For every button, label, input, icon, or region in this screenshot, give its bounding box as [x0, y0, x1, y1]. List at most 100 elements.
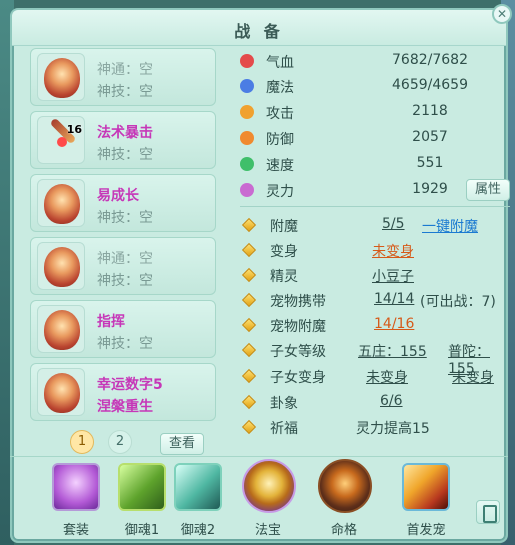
pet-level: 16 — [66, 123, 82, 136]
mana-icon — [240, 79, 254, 93]
pet-carry-value[interactable]: 14/14 — [374, 291, 414, 307]
stat-value: 7682/7682 — [392, 52, 468, 68]
pet-line1: 指挥 — [97, 314, 125, 330]
stat-label: 魔法 — [266, 80, 294, 96]
hexagram-value[interactable]: 6/6 — [380, 393, 403, 409]
diamond-bullet-icon — [241, 292, 257, 308]
pet-line1: 法术暴击 — [97, 125, 153, 141]
tool-suit[interactable]: 套装 — [44, 463, 108, 538]
pet-line2: 神技：空 — [97, 273, 153, 289]
spirit-value[interactable]: 小豆子 — [372, 266, 414, 286]
stat-row: 灵力 1929 属性 — [240, 179, 510, 201]
spirit-icon — [240, 183, 254, 197]
pet-line1: 幸运数字5 — [97, 377, 163, 393]
flame-armor-icon — [37, 368, 85, 416]
stat-value: 2118 — [412, 103, 448, 119]
divider — [240, 206, 510, 207]
diamond-bullet-icon — [241, 368, 257, 384]
title-bar: 战 备 — [12, 10, 506, 46]
enchant-value[interactable]: 5/5 — [382, 216, 405, 232]
stat-row: 速度 551 — [240, 153, 510, 175]
tool-soul-2[interactable]: 御魂2 — [166, 463, 230, 538]
page-1-button[interactable]: 1 — [70, 430, 94, 454]
one-click-enchant-link[interactable]: 一键附魔 — [422, 216, 478, 236]
attributes-button[interactable]: 属性 — [466, 179, 510, 201]
pet-line2: 神技：空 — [97, 210, 153, 226]
bottom-toolbar: 套装 御魂1 御魂2 法宝 命格 首发宠 — [10, 456, 508, 543]
fate-icon — [318, 459, 372, 513]
pet-enchant-row: 宠物附魔 14/16 — [240, 314, 510, 338]
enchant-row: 附魔 5/5 一键附魔 — [240, 214, 510, 238]
child-level-row: 子女等级 五庄：155 普陀：155 — [240, 339, 510, 377]
pet-carry-row: 宠物携带 14/14 (可出战：7) — [240, 289, 510, 313]
pet-card[interactable]: 幸运数字5 涅槃重生 — [30, 363, 216, 421]
heart-icon — [240, 54, 254, 68]
view-button[interactable]: 查看 — [160, 433, 204, 455]
child-transform-value-1[interactable]: 未变身 — [366, 367, 408, 387]
transform-value[interactable]: 未变身 — [372, 241, 414, 261]
extra-label: 子女变身 — [270, 370, 326, 386]
stat-value: 551 — [416, 155, 444, 171]
tool-fate[interactable]: 命格 — [312, 459, 376, 538]
pet-line2: 涅槃重生 — [97, 399, 153, 415]
pet-card[interactable]: 神通：空 神技：空 — [30, 237, 216, 295]
stat-row: 魔法 4659/4659 — [240, 75, 510, 97]
tool-treasure[interactable]: 法宝 — [236, 459, 300, 538]
close-button[interactable]: ✕ — [492, 4, 512, 24]
edit-icon[interactable] — [476, 500, 500, 524]
blessing-value: 灵力提高15 — [356, 421, 430, 437]
extra-label: 子女等级 — [270, 344, 326, 360]
tool-label: 首发宠 — [406, 523, 446, 538]
child-transform-value-2[interactable]: 未变身 — [452, 367, 494, 387]
diamond-bullet-icon — [241, 217, 257, 233]
extra-label: 宠物携带 — [270, 294, 326, 310]
pet-card[interactable]: 易成长 神技：空 — [30, 174, 216, 232]
pet-enchant-value[interactable]: 14/16 — [374, 316, 414, 332]
defense-icon — [240, 131, 254, 145]
flame-medal-icon — [37, 53, 85, 101]
flame-medal-icon — [37, 305, 85, 353]
tool-first-pet[interactable]: 首发宠 — [394, 463, 458, 538]
stat-label: 气血 — [266, 55, 294, 71]
stat-row: 防御 2057 — [240, 127, 510, 149]
transform-row: 变身 未变身 — [240, 239, 510, 263]
heart-gem-icon — [52, 463, 100, 511]
pet-line2: 神技：空 — [97, 336, 153, 352]
tool-soul-1[interactable]: 御魂1 — [110, 463, 174, 538]
stat-value: 2057 — [412, 129, 448, 145]
child-level-value-1[interactable]: 五庄：155 — [358, 341, 427, 361]
pet-line1: 易成长 — [97, 188, 139, 204]
staff-weapon-icon: 16 — [37, 116, 85, 164]
pet-card[interactable]: 指挥 神技：空 — [30, 300, 216, 358]
first-pet-icon — [402, 463, 450, 511]
blessing-row: 祈福 灵力提高15 — [240, 416, 510, 440]
pet-card[interactable]: 神通：空 神技：空 — [30, 48, 216, 106]
treasure-bag-icon — [242, 459, 296, 513]
stat-label: 速度 — [266, 158, 294, 174]
stat-value: 1929 — [412, 181, 448, 197]
pet-line1: 神通：空 — [97, 62, 153, 78]
stat-row: 气血 7682/7682 — [240, 50, 510, 72]
page-2-button[interactable]: 2 — [108, 430, 132, 454]
diamond-bullet-icon — [241, 242, 257, 258]
child-transform-row: 子女变身 未变身 未变身 — [240, 365, 510, 389]
tool-label: 法宝 — [254, 523, 281, 538]
extra-label: 卦象 — [270, 396, 298, 412]
extra-label: 祈福 — [270, 421, 298, 437]
pet-card[interactable]: 16 法术暴击 神技：空 — [30, 111, 216, 169]
diamond-bullet-icon — [241, 419, 257, 435]
diamond-bullet-icon — [241, 267, 257, 283]
stat-value: 4659/4659 — [392, 77, 468, 93]
scroll-icon — [118, 463, 166, 511]
pet-line2: 神技：空 — [97, 84, 153, 100]
stat-label: 攻击 — [266, 106, 294, 122]
diamond-bullet-icon — [241, 394, 257, 410]
ghost-scroll-icon — [174, 463, 222, 511]
pet-line2: 神技：空 — [97, 147, 153, 163]
stat-row: 攻击 2118 — [240, 101, 510, 123]
extra-label: 精灵 — [270, 269, 298, 285]
stat-label: 防御 — [266, 132, 294, 148]
tool-label: 御魂1 — [124, 523, 160, 538]
dragon-ring-icon — [37, 242, 85, 290]
extra-label: 变身 — [270, 244, 298, 260]
